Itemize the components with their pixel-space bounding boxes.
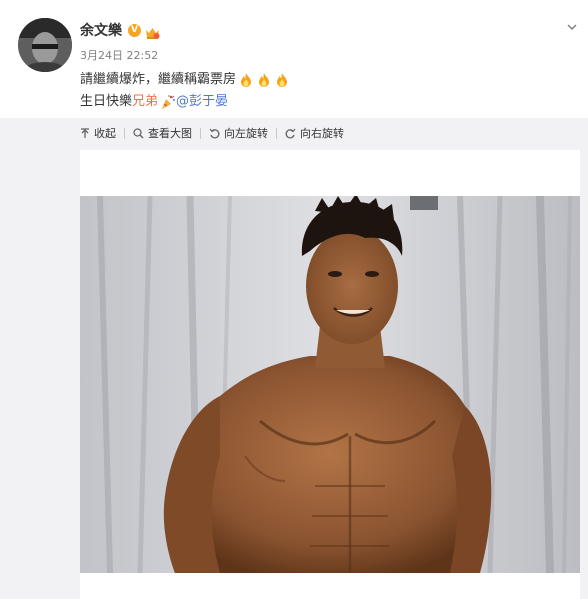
post-text: 請繼續爆炸，繼續稱霸票房 <box>80 72 237 87</box>
weibo-post: 余文樂 V 3月24日 22:52 請繼續爆炸，繼續稱霸票房 生日快樂 兄弟 @… <box>0 0 588 599</box>
photo-image <box>80 196 580 573</box>
verified-icon[interactable]: V <box>128 24 141 37</box>
fire-icon <box>241 73 252 87</box>
fire-icon <box>277 73 288 87</box>
post-text-line2: 生日快樂 兄弟 @彭于晏 <box>80 93 228 111</box>
post-text-line1: 請繼續爆炸，繼續稱霸票房 <box>80 71 290 89</box>
mention-link[interactable]: @彭于晏 <box>176 93 228 111</box>
author-avatar[interactable] <box>18 18 72 72</box>
fire-icon <box>259 73 270 87</box>
collapse-label: 收起 <box>94 127 116 140</box>
media-toolbar: 收起 查看大图 向左旋转 向右旋转 <box>80 126 344 140</box>
crown-level-icon[interactable] <box>145 24 160 39</box>
magnifier-icon <box>133 127 144 139</box>
collapse-button[interactable]: 收起 <box>80 125 116 141</box>
brother-link[interactable]: 兄弟 <box>132 93 158 111</box>
avatar-image <box>18 18 72 72</box>
chevron-down-icon[interactable] <box>566 18 578 31</box>
arrow-up-icon <box>81 127 89 138</box>
author-badges: V <box>128 24 160 39</box>
rotate-right-button[interactable]: 向右旋转 <box>285 125 344 141</box>
view-large-label: 查看大图 <box>148 127 192 140</box>
post-timestamp[interactable]: 3月24日 22:52 <box>80 49 158 63</box>
post-photo[interactable] <box>80 196 580 573</box>
rotate-right-label: 向右旋转 <box>300 127 344 140</box>
toolbar-divider <box>276 127 277 139</box>
rotate-left-button[interactable]: 向左旋转 <box>209 125 268 141</box>
view-large-button[interactable]: 查看大图 <box>133 125 192 141</box>
rotate-left-icon <box>209 128 220 138</box>
author-name[interactable]: 余文樂 <box>80 22 122 40</box>
party-popper-icon <box>162 95 176 109</box>
rotate-right-icon <box>285 128 296 138</box>
toolbar-divider <box>124 127 125 139</box>
rotate-left-label: 向左旋转 <box>224 127 268 140</box>
toolbar-divider <box>200 127 201 139</box>
birthday-text: 生日快樂 <box>80 94 133 109</box>
